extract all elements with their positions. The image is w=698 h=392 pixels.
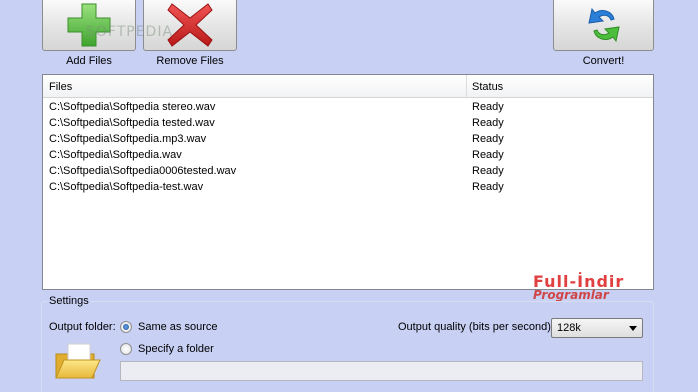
file-status: Ready [472,149,504,161]
specify-folder-radio[interactable] [120,343,132,355]
list-item[interactable]: C:\Softpedia\Softpedia stereo.wav Ready [43,100,653,116]
output-folder-label: Output folder: [49,321,116,333]
x-icon [167,2,213,47]
softpedia-watermark: SOFTPEDIA [86,24,174,40]
folder-path-input[interactable] [120,361,643,381]
list-item[interactable]: C:\Softpedia\Softpedia.wav Ready [43,148,653,164]
list-header: Files Status [43,75,653,98]
file-status: Ready [472,101,504,113]
specify-folder-label[interactable]: Specify a folder [138,343,214,355]
settings-title: Settings [47,295,91,307]
same-as-source-radio[interactable] [120,321,132,333]
output-quality-label: Output quality (bits per second): [398,321,554,333]
output-quality-select[interactable]: 128k [551,318,643,338]
remove-files-label: Remove Files [156,55,224,67]
file-path: C:\Softpedia\Softpedia.wav [49,149,182,161]
list-item[interactable]: C:\Softpedia\Softpedia0006tested.wav Rea… [43,164,653,180]
convert-label: Convert! [582,55,625,67]
file-path: C:\Softpedia\Softpedia.mp3.wav [49,133,207,145]
add-files-label: Add Files [66,55,112,67]
watermark-line2: Programlar [533,288,609,302]
same-as-source-label[interactable]: Same as source [138,321,217,333]
file-path: C:\Softpedia\Softpedia0006tested.wav [49,165,237,177]
chevron-down-icon [629,326,637,331]
file-path: C:\Softpedia\Softpedia tested.wav [49,117,215,129]
file-status: Ready [472,181,504,193]
column-header-status[interactable]: Status [472,81,503,93]
file-status: Ready [472,117,504,129]
file-path: C:\Softpedia\Softpedia-test.wav [49,181,204,193]
output-quality-value: 128k [557,322,581,334]
file-path: C:\Softpedia\Softpedia stereo.wav [49,101,216,113]
column-header-files[interactable]: Files [49,81,72,93]
convert-button[interactable] [553,0,654,51]
column-divider[interactable] [466,75,467,97]
list-item[interactable]: C:\Softpedia\Softpedia tested.wav Ready [43,116,653,132]
list-item[interactable]: C:\Softpedia\Softpedia.mp3.wav Ready [43,132,653,148]
file-list[interactable]: Files Status C:\Softpedia\Softpedia ster… [42,74,654,290]
file-status: Ready [472,133,504,145]
folder-icon [55,343,101,379]
convert-arrows-icon [587,7,620,42]
list-item[interactable]: C:\Softpedia\Softpedia-test.wav Ready [43,180,653,196]
file-status: Ready [472,165,504,177]
